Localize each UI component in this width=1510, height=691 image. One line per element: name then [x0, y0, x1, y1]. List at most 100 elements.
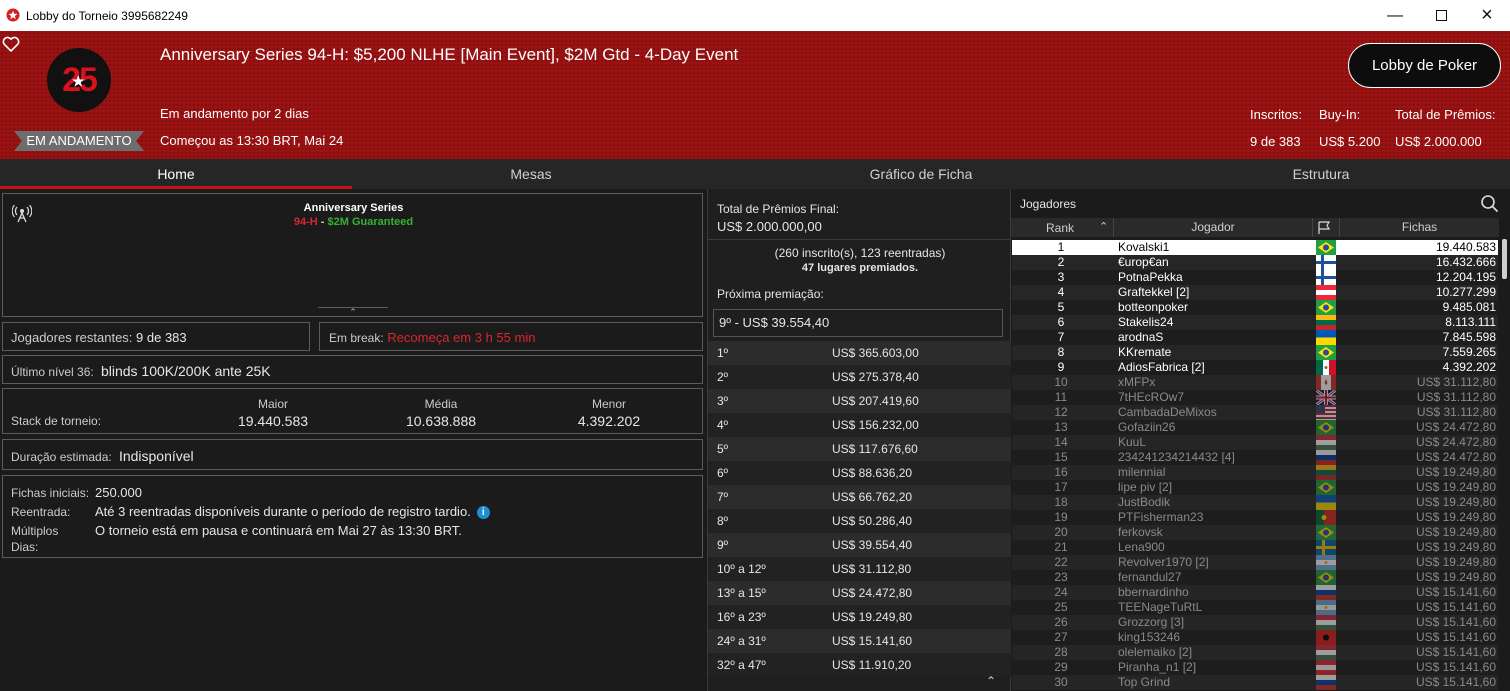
player-row[interactable]: 6 Stakelis24 8.113.111	[1012, 315, 1498, 330]
player-row[interactable]: 15 234241234214432 [4] US$ 24.472,80	[1012, 450, 1498, 465]
at-flag-icon	[1316, 660, 1336, 675]
ar-flag-icon	[1316, 600, 1336, 615]
player-row[interactable]: 9 AdiosFabrica [2] 4.392.202	[1012, 360, 1498, 375]
ru-flag-icon	[1316, 450, 1336, 465]
tab-tables[interactable]: Mesas	[352, 159, 710, 189]
player-chips: US$ 19.249,80	[1415, 540, 1496, 554]
player-row[interactable]: 5 botteonpoker 9.485.081	[1012, 300, 1498, 315]
player-row[interactable]: 27 king153246 US$ 15.141,60	[1012, 630, 1498, 645]
br-flag-icon	[1316, 300, 1336, 315]
pokerstars-logo-icon	[6, 8, 20, 22]
player-name: 234241234214432 [4]	[1118, 450, 1235, 464]
prize-row: 6º US$ 88.636,20	[708, 461, 1012, 485]
prize-place: 8º	[717, 514, 729, 528]
player-row[interactable]: 22 Revolver1970 [2] US$ 19.249,80	[1012, 555, 1498, 570]
player-row[interactable]: 10 xMFPx US$ 31.112,80	[1012, 375, 1498, 390]
heart-favorite-icon[interactable]	[2, 36, 20, 52]
player-row[interactable]: 7 arodnaS 7.845.598	[1012, 330, 1498, 345]
player-row[interactable]: 18 JustBodik US$ 19.249,80	[1012, 495, 1498, 510]
player-chips: US$ 15.141,60	[1415, 600, 1496, 614]
prize-place: 7º	[717, 490, 729, 504]
player-row[interactable]: 4 Graftekkel [2] 10.277.299	[1012, 285, 1498, 300]
player-row[interactable]: 29 Piranha_n1 [2] US$ 15.141,60	[1012, 660, 1498, 675]
buyin-label: Buy-In:	[1319, 107, 1361, 122]
entries-info: (260 inscrito(s), 123 reentradas)	[774, 246, 946, 260]
prize-place: 9º	[717, 538, 729, 552]
player-row[interactable]: 1 Kovalski1 19.440.583	[1012, 240, 1498, 255]
br-flag-icon	[1316, 480, 1336, 495]
player-name: CambadaDeMixos	[1118, 405, 1217, 419]
player-name: arodnaS	[1118, 330, 1164, 344]
player-row[interactable]: 19 PTFisherman23 US$ 19.249,80	[1012, 510, 1498, 525]
tab-structure[interactable]: Estrutura	[1132, 159, 1510, 189]
lt-flag-icon	[1316, 315, 1336, 330]
info-icon[interactable]: i	[476, 506, 490, 520]
reentry-info: Até 3 reentradas disponíveis durante o p…	[95, 504, 490, 520]
player-row[interactable]: 25 TEENageTuRtL US$ 15.141,60	[1012, 600, 1498, 615]
players-scrollbar[interactable]	[1500, 239, 1510, 691]
rank-column-header[interactable]: Rank	[1011, 221, 1109, 235]
player-row[interactable]: 13 Gofaziin26 US$ 24.472,80	[1012, 420, 1498, 435]
collapse-caret-icon[interactable]: ⌃	[318, 307, 388, 318]
player-rank: 1	[1057, 240, 1065, 254]
player-row[interactable]: 3 PotnaPekka 12.204.195	[1012, 270, 1498, 285]
player-row[interactable]: 30 Top Grind US$ 15.141,60	[1012, 675, 1498, 690]
player-chips: US$ 19.249,80	[1415, 465, 1496, 479]
player-chips: 19.440.583	[1435, 240, 1496, 254]
prize-row: 32º a 47º US$ 11.910,20	[708, 653, 1012, 677]
player-name: milennial	[1118, 465, 1166, 479]
player-chips: US$ 24.472,80	[1415, 435, 1496, 449]
prize-amount: US$ 66.762,20	[832, 490, 913, 504]
player-name: fernandul27	[1118, 570, 1182, 584]
minimize-icon[interactable]: —	[1372, 0, 1418, 31]
maximize-icon[interactable]	[1418, 0, 1464, 31]
player-rank: 3	[1057, 270, 1065, 284]
player-row[interactable]: 17 lipe piv [2] US$ 19.249,80	[1012, 480, 1498, 495]
prize-row: 1º US$ 365.603,00	[708, 341, 1012, 365]
player-row[interactable]: 8 KKremate 7.559.265	[1012, 345, 1498, 360]
players-remaining-label: Jogadores restantes:	[11, 330, 133, 345]
ua-flag-icon	[1316, 330, 1336, 345]
player-row[interactable]: 21 Lena900 US$ 19.249,80	[1012, 540, 1498, 555]
series-separator: -	[317, 216, 328, 228]
player-rank: 2	[1057, 255, 1065, 269]
final-prizepool-label: Total de Prêmios Final:	[717, 202, 840, 216]
chips-column-header[interactable]: Fichas	[1339, 218, 1499, 237]
close-icon[interactable]: ×	[1464, 0, 1510, 31]
player-row[interactable]: 24 bbernardinho US$ 15.141,60	[1012, 585, 1498, 600]
player-row[interactable]: 14 KuuL US$ 24.472,80	[1012, 435, 1498, 450]
tab-chip-graph[interactable]: Gráfico de Ficha	[710, 159, 1132, 189]
next-payout-value: 9º - US$ 39.554,40	[713, 309, 1003, 337]
player-column-header[interactable]: Jogador	[1113, 218, 1313, 237]
player-row[interactable]: 28 olelemaiko [2] US$ 15.141,60	[1012, 645, 1498, 660]
scrollbar-thumb[interactable]	[1502, 239, 1507, 279]
player-name: king153246	[1118, 630, 1181, 644]
prize-place: 5º	[717, 442, 729, 456]
player-row[interactable]: 2 €urop€an 16.432.666	[1012, 255, 1498, 270]
player-chips: 4.392.202	[1442, 360, 1496, 374]
scroll-up-icon[interactable]: ⌃	[986, 674, 996, 688]
player-row[interactable]: 26 Grozzorg [3] US$ 15.141,60	[1012, 615, 1498, 630]
player-rank: 29	[1054, 660, 1068, 674]
prize-place: 16º a 23º	[717, 610, 766, 624]
br-flag-icon	[1316, 570, 1336, 585]
poker-lobby-button[interactable]: Lobby de Poker	[1348, 43, 1501, 88]
lt-flag-icon	[1316, 465, 1336, 480]
fi-flag-icon	[1316, 255, 1336, 270]
player-row[interactable]: 23 fernandul27 US$ 19.249,80	[1012, 570, 1498, 585]
sort-ascending-icon[interactable]: ⌃	[1099, 220, 1108, 233]
player-row[interactable]: 12 CambadaDeMixos US$ 31.112,80	[1012, 405, 1498, 420]
player-chips: 9.485.081	[1442, 300, 1496, 314]
starting-chips-label: Fichas iniciais:	[11, 486, 90, 500]
flag-column-icon[interactable]	[1317, 221, 1331, 234]
series-banner: Anniversary Series 94-H - $2M Guaranteed…	[2, 193, 703, 317]
tournament-title: Anniversary Series 94-H: $5,200 NLHE [Ma…	[160, 45, 739, 64]
player-row[interactable]: 20 ferkovsk US$ 19.249,80	[1012, 525, 1498, 540]
search-icon[interactable]	[1480, 194, 1499, 213]
start-time: Começou as 13:30 BRT, Mai 24	[160, 133, 344, 148]
prize-place: 2º	[717, 370, 729, 384]
prize-amount: US$ 19.249,80	[832, 610, 913, 624]
player-row[interactable]: 11 7tHEcROw7 US$ 31.112,80	[1012, 390, 1498, 405]
player-row[interactable]: 16 milennial US$ 19.249,80	[1012, 465, 1498, 480]
tab-home[interactable]: Home	[0, 159, 352, 189]
